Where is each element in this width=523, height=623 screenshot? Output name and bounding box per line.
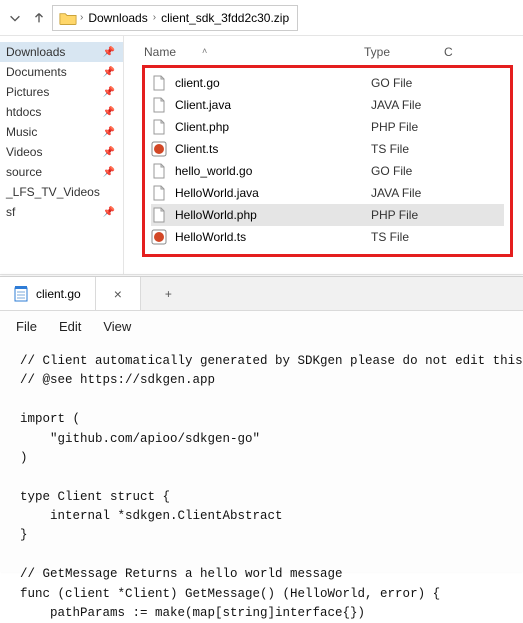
nav-down-icon[interactable] bbox=[8, 11, 22, 25]
sidebar-item[interactable]: htdocs 📌 bbox=[0, 102, 123, 122]
pin-icon: 📌 bbox=[103, 107, 115, 118]
chevron-right-icon: › bbox=[150, 12, 159, 23]
nav-arrows bbox=[8, 11, 46, 25]
tab-close[interactable]: × bbox=[96, 277, 141, 310]
sidebar-item-label: Videos bbox=[6, 145, 42, 159]
chevron-right-icon: › bbox=[77, 12, 86, 23]
column-type[interactable]: Type bbox=[364, 45, 444, 59]
close-icon: × bbox=[114, 286, 122, 302]
sidebar-item[interactable]: Documents 📌 bbox=[0, 62, 123, 82]
file-type: JAVA File bbox=[371, 98, 421, 112]
file-explorer: › Downloads › client_sdk_3fdd2c30.zip Do… bbox=[0, 0, 523, 275]
pin-icon: 📌 bbox=[103, 127, 115, 138]
sidebar-item-label: htdocs bbox=[6, 105, 41, 119]
sidebar-item[interactable]: _LFS_TV_Videos📌 bbox=[0, 182, 123, 202]
sidebar-item-label: Music bbox=[6, 125, 37, 139]
column-headers: Name ˄ Type C bbox=[142, 42, 513, 65]
file-row[interactable]: HelloWorld.tsTS File bbox=[151, 226, 504, 248]
file-row[interactable]: client.goGO File bbox=[151, 72, 504, 94]
explorer-body: Downloads📌Documents📌Pictures📌htdocs📌Musi… bbox=[0, 36, 523, 274]
address-bar: › Downloads › client_sdk_3fdd2c30.zip bbox=[0, 0, 523, 36]
menu-edit[interactable]: Edit bbox=[59, 319, 81, 334]
column-name[interactable]: Name ˄ bbox=[144, 45, 364, 59]
tab-title: client.go bbox=[36, 287, 81, 301]
file-type: GO File bbox=[371, 164, 412, 178]
menu-file[interactable]: File bbox=[16, 319, 37, 334]
file-icon bbox=[151, 75, 167, 91]
sort-indicator-icon: ˄ bbox=[202, 46, 207, 56]
file-type: TS File bbox=[371, 230, 409, 244]
file-name: HelloWorld.ts bbox=[175, 230, 371, 244]
text-editor: client.go × + File Edit View // Client a… bbox=[0, 276, 523, 572]
file-type: TS File bbox=[371, 142, 409, 156]
file-row[interactable]: HelloWorld.phpPHP File bbox=[151, 204, 504, 226]
column-name-label: Name bbox=[144, 45, 176, 59]
pin-icon: 📌 bbox=[103, 147, 115, 158]
file-name: hello_world.go bbox=[175, 164, 371, 178]
pin-icon: 📌 bbox=[103, 87, 115, 98]
file-type: PHP File bbox=[371, 208, 418, 222]
file-icon bbox=[151, 163, 167, 179]
pin-icon: 📌 bbox=[103, 207, 115, 218]
sidebar: Downloads📌Documents📌Pictures📌htdocs📌Musi… bbox=[0, 36, 124, 274]
file-pane: Name ˄ Type C client.goGO FileClient.jav… bbox=[124, 36, 523, 274]
file-type: GO File bbox=[371, 76, 412, 90]
code-area[interactable]: // Client automatically generated by SDK… bbox=[0, 342, 523, 623]
tab-bar: client.go × + bbox=[0, 277, 523, 311]
file-row[interactable]: Client.javaJAVA File bbox=[151, 94, 504, 116]
pin-icon: 📌 bbox=[103, 67, 115, 78]
file-row[interactable]: hello_world.goGO File bbox=[151, 160, 504, 182]
sidebar-item-label: Downloads bbox=[6, 45, 65, 59]
file-name: Client.java bbox=[175, 98, 371, 112]
breadcrumb[interactable]: › Downloads › client_sdk_3fdd2c30.zip bbox=[52, 5, 298, 31]
sidebar-item[interactable]: sf 📌 bbox=[0, 202, 123, 222]
file-icon bbox=[151, 119, 167, 135]
file-icon bbox=[151, 97, 167, 113]
sidebar-item-label: Pictures bbox=[6, 85, 49, 99]
breadcrumb-parent[interactable]: Downloads bbox=[86, 9, 149, 27]
file-name: Client.ts bbox=[175, 142, 371, 156]
tab-new[interactable]: + bbox=[141, 277, 196, 310]
file-row[interactable]: Client.tsTS File bbox=[151, 138, 504, 160]
sidebar-item-label: sf bbox=[6, 205, 15, 219]
highlight-box: client.goGO FileClient.javaJAVA FileClie… bbox=[142, 65, 513, 257]
sidebar-item[interactable]: Music 📌 bbox=[0, 122, 123, 142]
file-name: Client.php bbox=[175, 120, 371, 134]
file-icon bbox=[151, 185, 167, 201]
sidebar-item[interactable]: Pictures 📌 bbox=[0, 82, 123, 102]
tab-client-go[interactable]: client.go bbox=[0, 277, 96, 310]
sidebar-item-label: _LFS_TV_Videos bbox=[6, 185, 100, 199]
nav-up-icon[interactable] bbox=[32, 11, 46, 25]
pin-icon: 📌 bbox=[103, 167, 115, 178]
sidebar-item[interactable]: source 📌 bbox=[0, 162, 123, 182]
file-icon bbox=[151, 229, 167, 245]
sidebar-item[interactable]: Videos 📌 bbox=[0, 142, 123, 162]
column-c[interactable]: C bbox=[444, 45, 464, 59]
sidebar-item-label: source bbox=[6, 165, 42, 179]
sidebar-item[interactable]: Downloads 📌 bbox=[0, 42, 123, 62]
file-row[interactable]: HelloWorld.javaJAVA File bbox=[151, 182, 504, 204]
notepad-icon bbox=[14, 286, 28, 302]
folder-icon bbox=[59, 11, 77, 25]
menu-bar: File Edit View bbox=[0, 311, 523, 342]
plus-icon: + bbox=[161, 287, 176, 301]
breadcrumb-current[interactable]: client_sdk_3fdd2c30.zip bbox=[159, 9, 291, 27]
file-row[interactable]: Client.phpPHP File bbox=[151, 116, 504, 138]
file-icon bbox=[151, 141, 167, 157]
file-type: PHP File bbox=[371, 120, 418, 134]
menu-view[interactable]: View bbox=[103, 319, 131, 334]
pin-icon: 📌 bbox=[103, 47, 115, 58]
file-name: client.go bbox=[175, 76, 371, 90]
file-name: HelloWorld.java bbox=[175, 186, 371, 200]
file-name: HelloWorld.php bbox=[175, 208, 371, 222]
file-icon bbox=[151, 207, 167, 223]
file-type: JAVA File bbox=[371, 186, 421, 200]
sidebar-item-label: Documents bbox=[6, 65, 67, 79]
